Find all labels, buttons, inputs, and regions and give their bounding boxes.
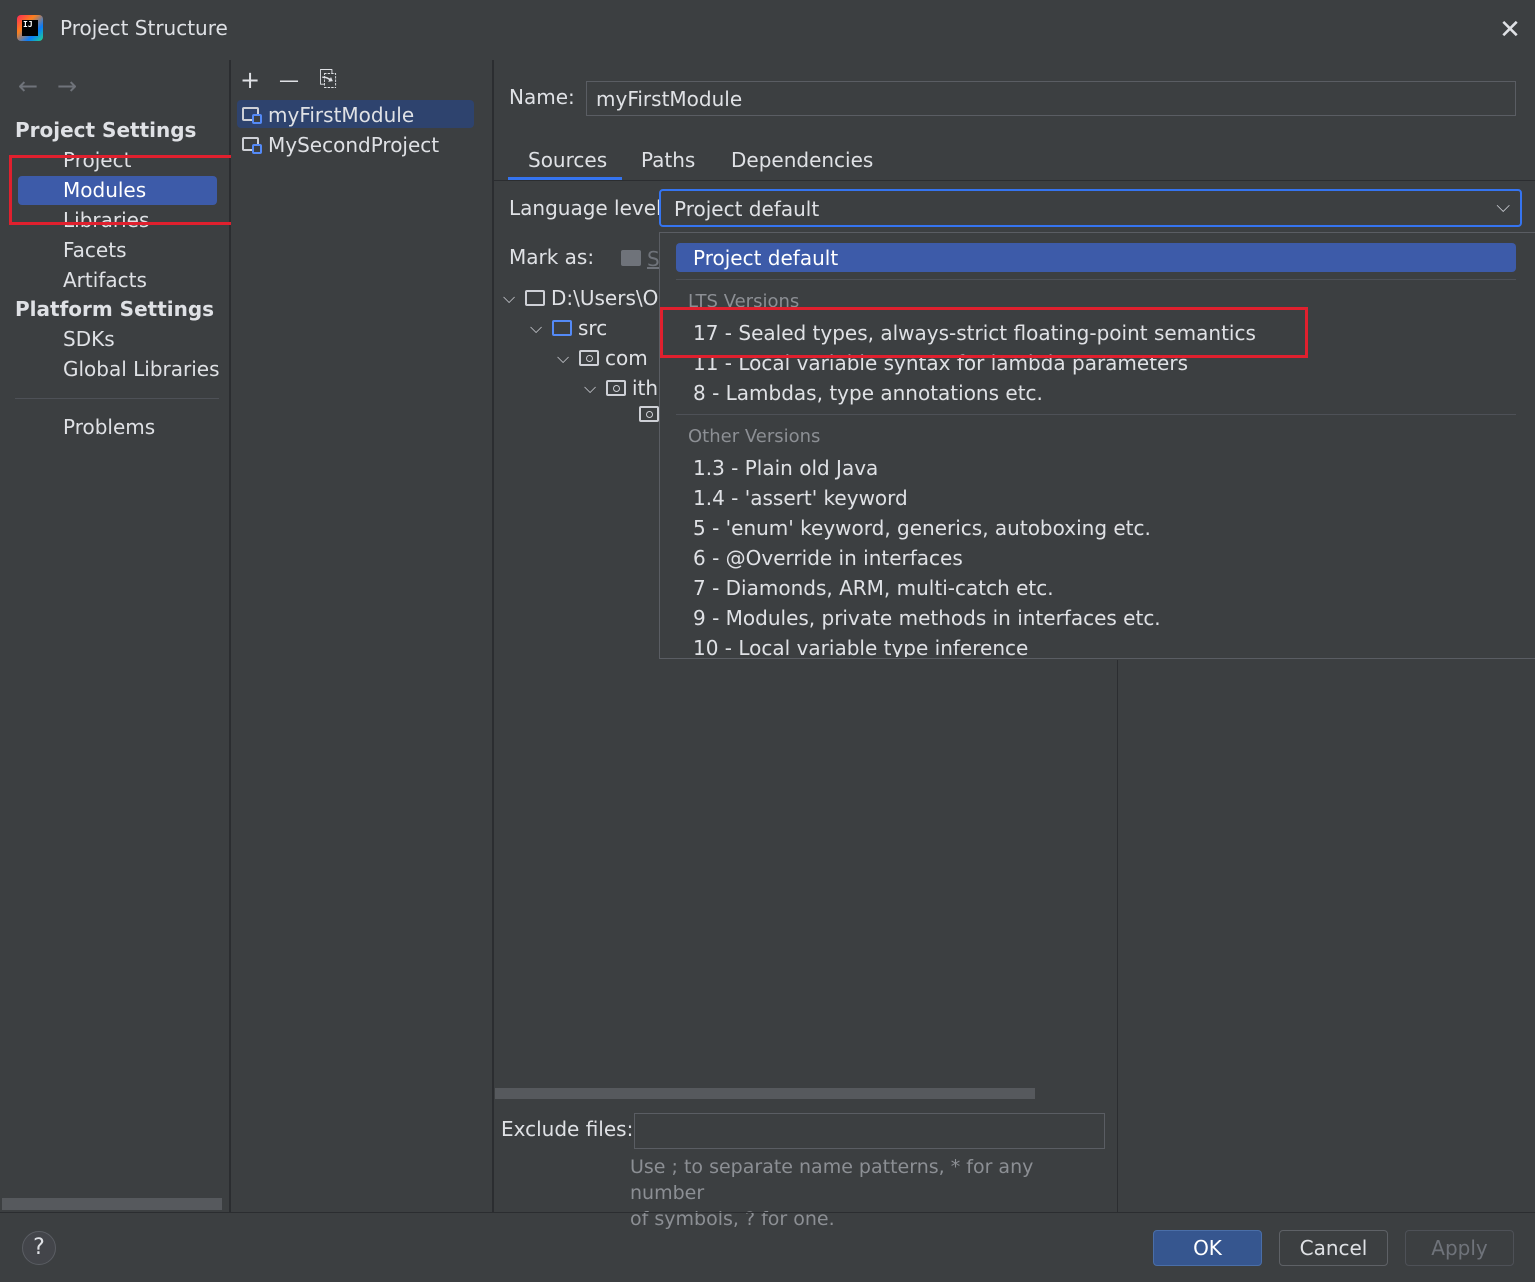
platform-settings-heading: Platform Settings bbox=[15, 297, 215, 321]
mark-as-sources-link[interactable]: S bbox=[647, 247, 660, 271]
exclude-files-field[interactable] bbox=[634, 1113, 1105, 1149]
sidebar-item-artifacts[interactable]: Artifacts bbox=[63, 268, 147, 292]
settings-sidebar bbox=[0, 60, 229, 1212]
other-versions-heading: Other Versions bbox=[688, 426, 821, 447]
intellij-app-icon: IJ bbox=[17, 15, 43, 41]
back-arrow-icon[interactable]: ← bbox=[18, 72, 38, 100]
module-item-label: MySecondProject bbox=[268, 133, 440, 157]
tab-paths[interactable]: Paths bbox=[641, 148, 695, 172]
content-root-divider bbox=[1117, 660, 1118, 1212]
window-title: Project Structure bbox=[60, 16, 228, 40]
language-level-combobox[interactable]: Project default ⌵ bbox=[659, 189, 1522, 227]
tree-row[interactable]: ⌵ ith bbox=[584, 376, 658, 400]
dropdown-separator bbox=[676, 414, 1516, 415]
chevron-down-icon: ⌵ bbox=[1496, 196, 1510, 217]
mark-as-label: Mark as: bbox=[509, 245, 595, 269]
chevron-down-icon[interactable]: ⌵ bbox=[503, 288, 519, 308]
language-level-label: Language level: bbox=[509, 196, 669, 220]
close-icon[interactable]: ✕ bbox=[1497, 17, 1523, 43]
sidebar-item-global-libraries[interactable]: Global Libraries bbox=[63, 357, 220, 381]
java-17-highlight-box bbox=[660, 307, 1308, 358]
tree-row-label: src bbox=[578, 316, 608, 340]
dropdown-item-7[interactable]: 7 - Diamonds, ARM, multi-catch etc. bbox=[693, 576, 1054, 600]
modules-highlight-box bbox=[9, 155, 237, 225]
module-list-panel bbox=[231, 60, 492, 1212]
chevron-down-icon[interactable]: ⌵ bbox=[557, 348, 573, 368]
tree-row-label: com bbox=[605, 346, 648, 370]
dropdown-item-1-3[interactable]: 1.3 - Plain old Java bbox=[693, 456, 878, 480]
dropdown-item-6[interactable]: 6 - @Override in interfaces bbox=[693, 546, 963, 570]
name-label: Name: bbox=[509, 85, 575, 109]
tree-row[interactable] bbox=[639, 406, 659, 422]
footer-separator bbox=[0, 1212, 1535, 1213]
tree-row-label: ith bbox=[632, 376, 659, 400]
source-folder-icon bbox=[552, 320, 572, 336]
tree-row[interactable]: ⌵ D:\Users\O bbox=[503, 286, 658, 310]
sidebar-horizontal-scrollbar[interactable] bbox=[2, 1198, 222, 1210]
dropdown-item-1-4[interactable]: 1.4 - 'assert' keyword bbox=[693, 486, 908, 510]
exclude-hint-line: Use ; to separate name patterns, * for a… bbox=[630, 1156, 1034, 1204]
ok-button[interactable]: OK bbox=[1153, 1230, 1262, 1266]
module-icon bbox=[242, 135, 264, 155]
module-list-divider bbox=[492, 60, 494, 1212]
module-item-label: myFirstModule bbox=[268, 103, 415, 127]
sidebar-item-sdks[interactable]: SDKs bbox=[63, 327, 115, 351]
dropdown-item-9[interactable]: 9 - Modules, private methods in interfac… bbox=[693, 606, 1161, 630]
dropdown-separator bbox=[676, 279, 1516, 280]
sidebar-separator bbox=[15, 398, 219, 399]
remove-module-icon[interactable]: — bbox=[275, 66, 303, 94]
dropdown-item-5[interactable]: 5 - 'enum' keyword, generics, autoboxing… bbox=[693, 516, 1151, 540]
cancel-button[interactable]: Cancel bbox=[1279, 1230, 1388, 1266]
tab-sources[interactable]: Sources bbox=[528, 148, 607, 172]
apply-button[interactable]: Apply bbox=[1405, 1230, 1514, 1266]
help-button[interactable]: ? bbox=[22, 1231, 56, 1265]
module-item[interactable]: myFirstModule bbox=[242, 103, 414, 127]
package-icon bbox=[579, 350, 599, 366]
tree-row[interactable]: ⌵ src bbox=[530, 316, 607, 340]
dropdown-item-project-default[interactable]: Project default bbox=[693, 246, 838, 270]
package-icon bbox=[639, 406, 659, 422]
exclude-files-label: Exclude files: bbox=[501, 1117, 634, 1141]
title-bar bbox=[0, 0, 1535, 60]
copy-module-icon[interactable]: ⎘ bbox=[314, 66, 342, 94]
module-item[interactable]: MySecondProject bbox=[242, 133, 439, 157]
chevron-down-icon[interactable]: ⌵ bbox=[530, 318, 546, 338]
package-icon bbox=[606, 380, 626, 396]
chevron-down-icon[interactable]: ⌵ bbox=[584, 378, 600, 398]
tree-row[interactable]: ⌵ com bbox=[557, 346, 648, 370]
module-icon bbox=[242, 105, 264, 125]
folder-icon bbox=[525, 290, 545, 306]
tab-separator bbox=[494, 180, 1535, 181]
tab-dependencies[interactable]: Dependencies bbox=[731, 148, 873, 172]
forward-arrow-icon[interactable]: → bbox=[57, 72, 77, 100]
dropdown-item-10[interactable]: 10 - Local variable type inference bbox=[693, 636, 1028, 657]
sidebar-item-facets[interactable]: Facets bbox=[63, 238, 127, 262]
project-settings-heading: Project Settings bbox=[15, 118, 197, 142]
exclude-files-hint: Use ; to separate name patterns, * for a… bbox=[630, 1154, 1110, 1232]
tree-horizontal-scrollbar[interactable] bbox=[495, 1088, 1035, 1099]
module-name-field[interactable] bbox=[586, 81, 1516, 116]
tree-row-label: D:\Users\O bbox=[551, 286, 659, 310]
dropdown-item-8[interactable]: 8 - Lambdas, type annotations etc. bbox=[693, 381, 1043, 405]
add-module-icon[interactable]: + bbox=[236, 66, 264, 94]
sidebar-item-problems[interactable]: Problems bbox=[63, 415, 155, 439]
exclude-hint-line: of symbols, ? for one. bbox=[630, 1208, 835, 1230]
sources-folder-icon[interactable] bbox=[621, 250, 641, 266]
language-level-value: Project default bbox=[674, 197, 820, 221]
